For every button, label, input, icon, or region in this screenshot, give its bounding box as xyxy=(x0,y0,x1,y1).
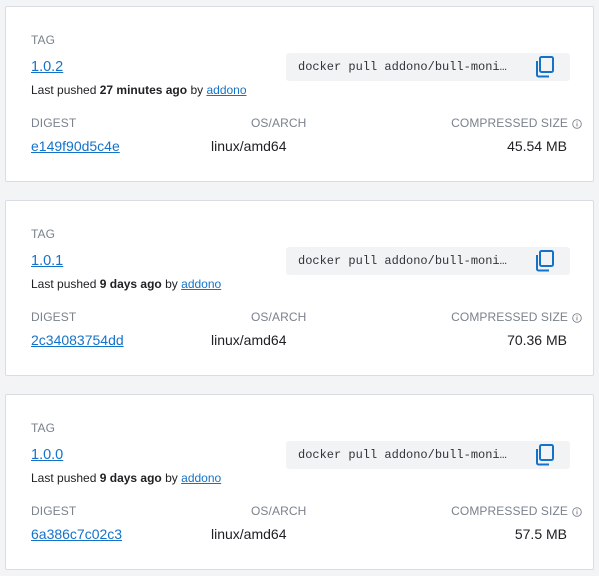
by-text: by xyxy=(165,471,178,485)
by-text: by xyxy=(165,277,178,291)
os-arch-value: linux/amd64 xyxy=(211,526,287,542)
compressed-size-value: 45.54 MB xyxy=(507,138,567,154)
digest-link[interactable]: 6a386c7c02c3 xyxy=(31,526,122,542)
compressed-size-label: COMPRESSED SIZE xyxy=(451,504,582,518)
copy-icon[interactable] xyxy=(532,249,560,273)
digest-label: DIGEST xyxy=(31,310,77,324)
pull-command-box: docker pull addono/bull-moni… xyxy=(286,53,570,81)
user-link[interactable]: addono xyxy=(206,83,246,97)
info-icon[interactable] xyxy=(572,312,582,323)
tag-card: TAG 1.0.2 Last pushed 27 minutes ago by … xyxy=(5,6,594,182)
pull-command: docker pull addono/bull-moni… xyxy=(298,60,507,74)
compressed-size-value: 57.5 MB xyxy=(514,526,567,542)
digest-link[interactable]: 2c34083754dd xyxy=(31,332,124,348)
digest-link[interactable]: e149f90d5c4e xyxy=(31,138,120,154)
tag-card: TAG 1.0.0 Last pushed 9 days ago by addo… xyxy=(5,394,594,570)
tag-name-link[interactable]: 1.0.2 xyxy=(31,59,63,75)
os-arch-label: OS/ARCH xyxy=(251,504,307,518)
tag-label: TAG xyxy=(31,227,56,241)
info-icon[interactable] xyxy=(572,506,582,517)
tag-label: TAG xyxy=(31,33,56,47)
compressed-size-label: COMPRESSED SIZE xyxy=(451,310,582,324)
compressed-size-label: COMPRESSED SIZE xyxy=(451,116,582,130)
last-pushed-prefix: Last pushed xyxy=(31,471,97,485)
user-link[interactable]: addono xyxy=(181,277,221,291)
copy-icon[interactable] xyxy=(532,55,560,79)
last-pushed-text: Last pushed 9 days ago by addono xyxy=(31,277,221,291)
compressed-size-label-text: COMPRESSED SIZE xyxy=(451,116,568,130)
os-arch-value: linux/amd64 xyxy=(211,138,287,154)
os-arch-label: OS/ARCH xyxy=(251,310,307,324)
compressed-size-label-text: COMPRESSED SIZE xyxy=(451,310,568,324)
last-pushed-prefix: Last pushed xyxy=(31,83,97,97)
compressed-size-value: 70.36 MB xyxy=(507,332,567,348)
compressed-size-label-text: COMPRESSED SIZE xyxy=(451,504,568,518)
info-icon[interactable] xyxy=(572,118,582,129)
tag-card: TAG 1.0.1 Last pushed 9 days ago by addo… xyxy=(5,200,594,376)
tag-label: TAG xyxy=(31,421,56,435)
digest-label: DIGEST xyxy=(31,504,77,518)
tag-name-link[interactable]: 1.0.0 xyxy=(31,447,63,463)
last-pushed-prefix: Last pushed xyxy=(31,277,97,291)
pull-command: docker pull addono/bull-moni… xyxy=(298,254,507,268)
pull-command-box: docker pull addono/bull-moni… xyxy=(286,247,570,275)
os-arch-label: OS/ARCH xyxy=(251,116,307,130)
copy-icon[interactable] xyxy=(532,443,560,467)
user-link[interactable]: addono xyxy=(181,471,221,485)
pushed-ago: 9 days ago xyxy=(99,471,162,485)
tag-name-link[interactable]: 1.0.1 xyxy=(31,253,63,269)
pull-command: docker pull addono/bull-moni… xyxy=(298,448,507,462)
pushed-ago: 9 days ago xyxy=(99,277,162,291)
os-arch-value: linux/amd64 xyxy=(211,332,287,348)
last-pushed-text: Last pushed 9 days ago by addono xyxy=(31,471,221,485)
pushed-ago: 27 minutes ago xyxy=(99,83,188,97)
by-text: by xyxy=(190,83,204,97)
last-pushed-text: Last pushed 27 minutes ago by addono xyxy=(31,83,247,97)
digest-label: DIGEST xyxy=(31,116,77,130)
pull-command-box: docker pull addono/bull-moni… xyxy=(286,441,570,469)
